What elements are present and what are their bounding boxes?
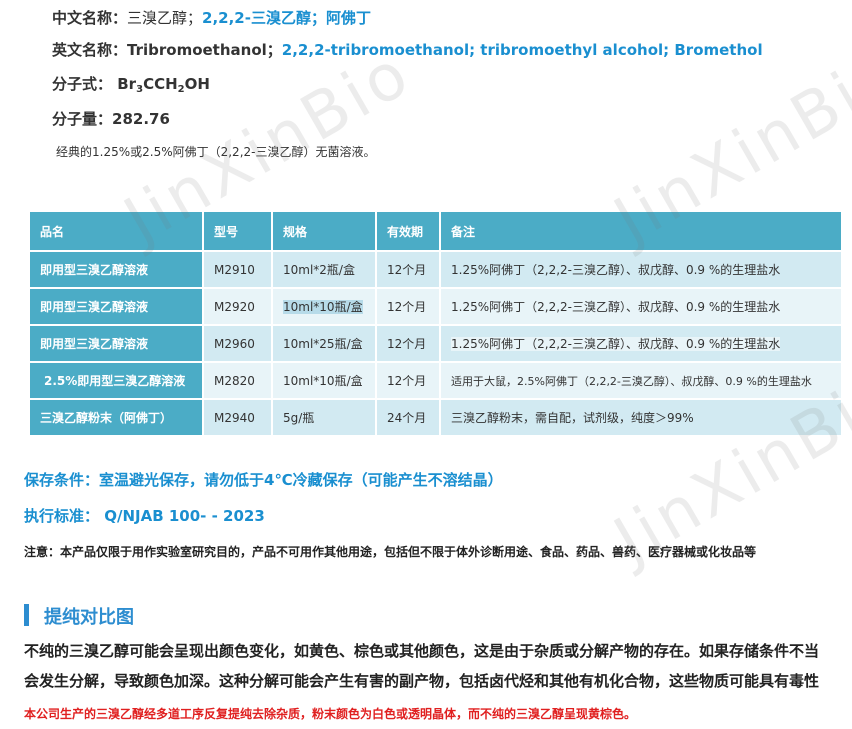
column-header-spec: 规格 bbox=[273, 212, 375, 250]
product-remark: 1.25%阿佛丁（2,2,2-三溴乙醇）、叔戊醇、0.9 %的生理盐水 bbox=[441, 326, 841, 361]
product-spec: 10ml*10瓶/盒 bbox=[273, 289, 375, 324]
formula-value: Br3CCH2OH bbox=[117, 75, 210, 95]
table-row: 三溴乙醇粉末（阿佛丁） M2940 5g/瓶 24个月 三溴乙醇粉末，需自配，试… bbox=[30, 400, 841, 435]
section-accent-bar bbox=[24, 604, 29, 626]
table-header-row: 品名 型号 规格 有效期 备注 bbox=[30, 212, 841, 250]
product-spec: 5g/瓶 bbox=[273, 400, 375, 435]
table-row: 2.5%即用型三溴乙醇溶液 M2820 10ml*10瓶/盒 12个月 适用于大… bbox=[30, 363, 841, 398]
product-remark: 适用于大鼠，2.5%阿佛丁（2,2,2-三溴乙醇）、叔戊醇、0.9 %的生理盐水 bbox=[441, 363, 841, 398]
usage-notice: 注意：本产品仅限于用作实验室研究目的，产品不可用作其他用途，包括但不限于体外诊断… bbox=[24, 545, 757, 559]
product-spec-text: 10ml*10瓶/盒 bbox=[283, 300, 363, 314]
company-purity-note: 本公司生产的三溴乙醇经多道工序反复提纯去除杂质，粉末颜色为白色或透明晶体，而不纯… bbox=[24, 707, 637, 721]
product-model: M2940 bbox=[204, 400, 271, 435]
english-name-line: 英文名称：Tribromoethanol；2,2,2-tribromoethan… bbox=[52, 39, 763, 60]
table-row: 即用型三溴乙醇溶液 M2960 10ml*25瓶/盒 12个月 1.25%阿佛丁… bbox=[30, 326, 841, 361]
product-model: M2910 bbox=[204, 252, 271, 287]
product-remark: 三溴乙醇粉末，需自配，试剂级，纯度＞99% bbox=[441, 400, 841, 435]
english-name-value: Tribromoethanol； bbox=[127, 41, 282, 59]
product-remark-text: 1.25%阿佛丁（2,2,2-三溴乙醇）、叔戊醇、0.9 %的生理盐水 bbox=[451, 337, 781, 351]
product-validity: 12个月 bbox=[377, 289, 439, 324]
product-description: 经典的1.25%或2.5%阿佛丁（2,2,2-三溴乙醇）无菌溶液。 bbox=[56, 145, 376, 159]
formula-part: OH bbox=[184, 75, 210, 93]
chinese-name-label: 中文名称： bbox=[52, 9, 128, 27]
product-model: M2820 bbox=[204, 363, 271, 398]
product-validity: 12个月 bbox=[377, 252, 439, 287]
product-name: 三溴乙醇粉末（阿佛丁） bbox=[30, 400, 202, 435]
product-validity: 24个月 bbox=[377, 400, 439, 435]
purity-paragraph-line: 不纯的三溴乙醇可能会呈现出颜色变化，如黄色、棕色或其他颜色，这是由于杂质或分解产… bbox=[24, 642, 820, 660]
chinese-name-value: 三溴乙醇； bbox=[127, 9, 203, 27]
execution-standard: 执行标准： Q/NJAB 100- - 2023 bbox=[24, 507, 265, 525]
formula-subscript: 2 bbox=[177, 84, 185, 95]
column-header-validity: 有效期 bbox=[377, 212, 439, 250]
chinese-name-alias: 2,2,2-三溴乙醇；阿佛丁 bbox=[202, 9, 371, 27]
column-header-name: 品名 bbox=[30, 212, 202, 250]
section-title: 提纯对比图 bbox=[44, 607, 134, 628]
formula-part: Br bbox=[117, 75, 137, 93]
product-model: M2960 bbox=[204, 326, 271, 361]
product-name: 即用型三溴乙醇溶液 bbox=[30, 252, 202, 287]
molecular-weight-label: 分子量： bbox=[52, 110, 113, 128]
product-remark: 1.25%阿佛丁（2,2,2-三溴乙醇）、叔戊醇、0.9 %的生理盐水 bbox=[441, 252, 841, 287]
formula-line: 分子式： Br3CCH2OH bbox=[52, 73, 210, 95]
formula-part: CCH bbox=[143, 75, 178, 93]
purity-paragraph-line: 会发生分解，导致颜色加深。这种分解可能会产生有害的副产物，包括卤代烃和其他有机化… bbox=[24, 672, 820, 690]
storage-condition: 保存条件：室温避光保存，请勿低于4℃冷藏保存（可能产生不溶结晶） bbox=[24, 471, 503, 489]
english-name-label: 英文名称： bbox=[52, 41, 128, 59]
product-spec: 10ml*25瓶/盒 bbox=[273, 326, 375, 361]
molecular-weight-value: 282.76 bbox=[112, 110, 170, 128]
formula-label: 分子式： bbox=[52, 75, 113, 93]
column-header-model: 型号 bbox=[204, 212, 271, 250]
table-row: 即用型三溴乙醇溶液 M2910 10ml*2瓶/盒 12个月 1.25%阿佛丁（… bbox=[30, 252, 841, 287]
product-name: 即用型三溴乙醇溶液 bbox=[30, 326, 202, 361]
english-name-alias: 2,2,2-tribromoethanol; tribromoethyl alc… bbox=[281, 41, 763, 59]
chinese-name-line: 中文名称：三溴乙醇；2,2,2-三溴乙醇；阿佛丁 bbox=[52, 7, 371, 28]
column-header-remark: 备注 bbox=[441, 212, 841, 250]
product-name: 2.5%即用型三溴乙醇溶液 bbox=[30, 363, 202, 398]
product-validity: 12个月 bbox=[377, 363, 439, 398]
page: JinXinBio JinXinBio JinXinBio 中文名称：三溴乙醇；… bbox=[0, 0, 852, 729]
product-spec: 10ml*10瓶/盒 bbox=[273, 363, 375, 398]
product-spec: 10ml*2瓶/盒 bbox=[273, 252, 375, 287]
product-table: 品名 型号 规格 有效期 备注 即用型三溴乙醇溶液 M2910 10ml*2瓶/… bbox=[28, 210, 843, 437]
product-model: M2920 bbox=[204, 289, 271, 324]
product-remark: 1.25%阿佛丁（2,2,2-三溴乙醇）、叔戊醇、0.9 %的生理盐水 bbox=[441, 289, 841, 324]
molecular-weight-line: 分子量：282.76 bbox=[52, 108, 170, 129]
product-name: 即用型三溴乙醇溶液 bbox=[30, 289, 202, 324]
table-row: 即用型三溴乙醇溶液 M2920 10ml*10瓶/盒 12个月 1.25%阿佛丁… bbox=[30, 289, 841, 324]
product-validity: 12个月 bbox=[377, 326, 439, 361]
